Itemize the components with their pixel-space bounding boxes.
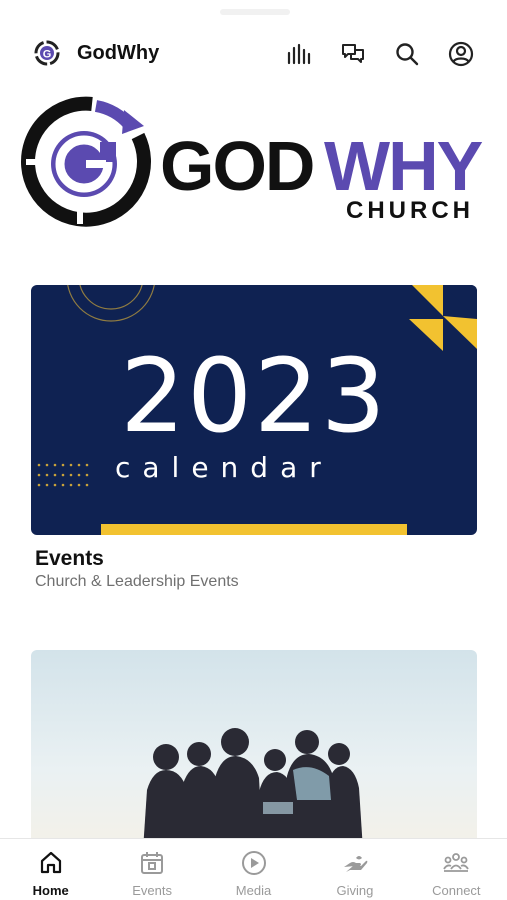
play-icon bbox=[241, 851, 266, 875]
status-bar bbox=[0, 0, 507, 28]
group-photo-card[interactable] bbox=[31, 650, 477, 850]
bottom-tab-bar: Home Events Media Giving Connect bbox=[0, 838, 507, 900]
tab-home-label: Home bbox=[32, 883, 69, 898]
app-logo-icon: G bbox=[34, 40, 60, 66]
tab-giving-label: Giving bbox=[336, 883, 374, 898]
chat-bubbles-icon[interactable] bbox=[338, 39, 368, 69]
livestream-bars-icon[interactable] bbox=[284, 39, 314, 69]
calendar-year-text: 2023 bbox=[120, 337, 388, 456]
profile-icon[interactable] bbox=[446, 39, 476, 69]
app-title: GodWhy bbox=[77, 42, 160, 64]
tab-events-label: Events bbox=[132, 883, 172, 898]
giving-hand-icon bbox=[343, 856, 368, 872]
group-silhouette-photo bbox=[31, 650, 477, 850]
events-card-title[interactable]: Events bbox=[35, 547, 477, 571]
events-card-image[interactable]: 2023 calendar bbox=[31, 285, 477, 535]
tab-media[interactable]: Media bbox=[203, 839, 304, 900]
calendar-icon bbox=[141, 852, 164, 874]
svg-text:CHURCH: CHURCH bbox=[346, 197, 474, 224]
notch-indicator bbox=[220, 9, 290, 15]
tab-media-label: Media bbox=[235, 883, 272, 898]
tab-home[interactable]: Home bbox=[0, 839, 101, 900]
events-card-subtitle: Church & Leadership Events bbox=[35, 573, 239, 590]
tab-events[interactable]: Events bbox=[101, 839, 202, 900]
app-header: G GodWhy bbox=[0, 30, 507, 78]
home-icon bbox=[40, 851, 61, 874]
events-card[interactable]: 2023 calendar Events Church & Leadership… bbox=[31, 285, 477, 591]
svg-text:GOD: GOD bbox=[160, 127, 313, 205]
church-logo: GOD WHY CHURCH bbox=[21, 96, 485, 227]
tab-connect-label: Connect bbox=[432, 883, 481, 898]
calendar-word-text: calendar bbox=[115, 451, 333, 484]
search-icon[interactable] bbox=[392, 39, 422, 69]
logo-emblem-icon bbox=[21, 96, 151, 227]
svg-text:WHY: WHY bbox=[324, 127, 483, 205]
group-icon bbox=[443, 853, 470, 872]
tab-connect[interactable]: Connect bbox=[406, 839, 507, 900]
group-photo-image[interactable] bbox=[31, 650, 477, 850]
tab-giving[interactable]: Giving bbox=[304, 839, 405, 900]
svg-text:G: G bbox=[43, 49, 52, 61]
